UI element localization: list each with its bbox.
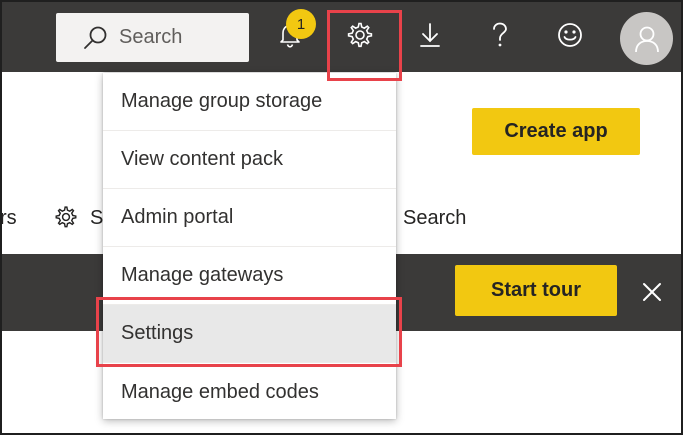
help-icon[interactable] — [485, 20, 515, 50]
menu-item-admin-portal[interactable]: Admin portal — [103, 189, 396, 247]
close-icon[interactable] — [638, 278, 666, 306]
create-app-button[interactable]: Create app — [472, 108, 640, 155]
download-icon[interactable] — [415, 20, 445, 50]
toolbar-search-link[interactable]: Search — [403, 207, 466, 230]
settings-menu: Manage group storage View content pack A… — [103, 73, 396, 419]
menu-item-manage-group-storage[interactable]: Manage group storage — [103, 73, 396, 131]
user-icon — [634, 26, 659, 52]
gear-highlight-box — [327, 10, 402, 81]
search-icon — [82, 25, 108, 51]
start-tour-button[interactable]: Start tour — [455, 265, 617, 316]
settings-icon[interactable] — [54, 205, 78, 229]
smiley-icon[interactable] — [555, 20, 585, 50]
menu-item-manage-embed-codes[interactable]: Manage embed codes — [103, 363, 396, 421]
search-placeholder: Search — [119, 26, 183, 48]
notification-badge: 1 — [286, 9, 316, 39]
settings-highlight-box — [96, 297, 402, 367]
toolbar-settings-fragment[interactable]: S — [90, 207, 103, 230]
toolbar-text-fragment: rs — [0, 207, 17, 229]
search-input[interactable]: Search — [56, 13, 249, 62]
menu-item-view-content-pack[interactable]: View content pack — [103, 131, 396, 189]
avatar[interactable] — [620, 12, 673, 65]
